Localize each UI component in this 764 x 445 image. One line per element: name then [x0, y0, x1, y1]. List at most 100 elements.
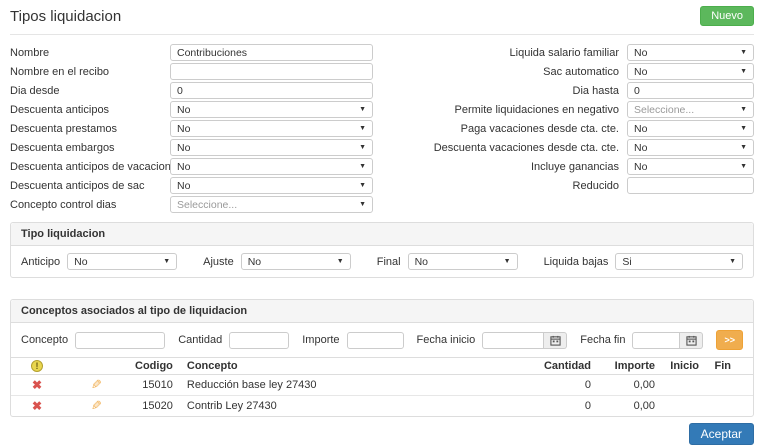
liquida-salario-familiar-label: Liquida salario familiar: [391, 47, 619, 59]
nombre-label: Nombre: [10, 47, 170, 59]
caret-down-icon: ▼: [359, 106, 366, 113]
caret-down-icon: ▼: [359, 125, 366, 132]
table-header-row: ! Codigo Concepto Cantidad Importe Inici…: [11, 358, 753, 375]
concepto-control-dias-select[interactable]: Seleccione... ▼: [170, 196, 373, 213]
codigo-header: Codigo: [129, 358, 179, 375]
fecha-inicio-calendar-button[interactable]: [544, 332, 567, 349]
ajuste-select[interactable]: No ▼: [241, 253, 351, 270]
row-fin: [705, 375, 753, 396]
field-descuenta-anticipos-vacaciones: Descuenta anticipos de vacaciones No ▼: [10, 158, 373, 175]
field-anticipo: Anticipo No ▼: [21, 253, 177, 270]
caret-down-icon: ▼: [337, 258, 344, 265]
row-cantidad: 0: [449, 396, 597, 417]
form-right-column: Liquida salario familiar No ▼ Sac automa…: [391, 44, 754, 215]
importe-header: Importe: [597, 358, 661, 375]
page-header: Tipos liquidacion Nuevo: [10, 8, 754, 35]
calendar-icon: [550, 335, 561, 346]
descuenta-anticipos-vacaciones-label: Descuenta anticipos de vacaciones: [10, 161, 170, 173]
descuenta-anticipos-select[interactable]: No ▼: [170, 101, 373, 118]
incluye-ganancias-select[interactable]: No ▼: [627, 158, 754, 175]
descuenta-anticipos-sac-label: Descuenta anticipos de sac: [10, 180, 170, 192]
caret-down-icon: ▼: [359, 201, 366, 208]
field-reducido: Reducido: [391, 177, 754, 194]
permite-liquidaciones-negativo-select[interactable]: Seleccione... ▼: [627, 101, 754, 118]
descuenta-anticipos-label: Descuenta anticipos: [10, 104, 170, 116]
form-left-column: Nombre Nombre en el recibo Dia desde Des…: [10, 44, 373, 215]
filter-concepto-label: Concepto: [21, 334, 68, 346]
field-nombre-recibo: Nombre en el recibo: [10, 63, 373, 80]
fin-header: Fin: [705, 358, 753, 375]
caret-down-icon: ▼: [740, 49, 747, 56]
filter-concepto-input[interactable]: [75, 332, 165, 349]
filter-fecha-inicio: Fecha inicio: [417, 332, 568, 349]
final-select[interactable]: No ▼: [408, 253, 518, 270]
filter-cantidad: Cantidad: [178, 332, 289, 349]
field-dia-desde: Dia desde: [10, 82, 373, 99]
caret-down-icon: ▼: [729, 258, 736, 265]
descuenta-anticipos-sac-select[interactable]: No ▼: [170, 177, 373, 194]
descuenta-vacaciones-cta-cte-select[interactable]: No ▼: [627, 139, 754, 156]
page-title: Tipos liquidacion: [10, 8, 754, 25]
edit-icon[interactable]: ✎: [91, 377, 102, 393]
field-liquida-bajas: Liquida bajas Si ▼: [544, 253, 743, 270]
liquida-bajas-select[interactable]: Si ▼: [615, 253, 743, 270]
filter-cantidad-input[interactable]: [229, 332, 289, 349]
sac-automatico-select[interactable]: No ▼: [627, 63, 754, 80]
field-descuenta-prestamos: Descuenta prestamos No ▼: [10, 120, 373, 137]
conceptos-panel: Conceptos asociados al tipo de liquidaci…: [10, 299, 754, 417]
filter-fecha-inicio-label: Fecha inicio: [417, 334, 476, 346]
dia-desde-input[interactable]: [170, 82, 373, 99]
descuenta-embargos-select[interactable]: No ▼: [170, 139, 373, 156]
filter-fecha-fin-input[interactable]: [632, 332, 680, 349]
delete-icon[interactable]: ✖: [32, 378, 42, 392]
edit-icon[interactable]: ✎: [91, 398, 102, 414]
conceptos-filter-row: Concepto Cantidad Importe Fecha inicio F…: [11, 323, 753, 357]
tipo-liquidacion-panel: Tipo liquidacion Anticipo No ▼ Ajuste No…: [10, 222, 754, 278]
dia-hasta-input[interactable]: [627, 82, 754, 99]
permite-liquidaciones-negativo-label: Permite liquidaciones en negativo: [391, 104, 619, 116]
anticipo-label: Anticipo: [21, 256, 60, 268]
caret-down-icon: ▼: [740, 163, 747, 170]
caret-down-icon: ▼: [504, 258, 511, 265]
field-paga-vacaciones-cta-cte: Paga vacaciones desde cta. cte. No ▼: [391, 120, 754, 137]
ajuste-label: Ajuste: [203, 256, 234, 268]
dia-desde-label: Dia desde: [10, 85, 170, 97]
row-fin: [705, 396, 753, 417]
paga-vacaciones-cta-cte-select[interactable]: No ▼: [627, 120, 754, 137]
caret-down-icon: ▼: [359, 182, 366, 189]
field-final: Final No ▼: [377, 253, 518, 270]
paga-vacaciones-cta-cte-label: Paga vacaciones desde cta. cte.: [391, 123, 619, 135]
anticipo-select[interactable]: No ▼: [67, 253, 177, 270]
caret-down-icon: ▼: [359, 163, 366, 170]
field-descuenta-embargos: Descuenta embargos No ▼: [10, 139, 373, 156]
liquida-salario-familiar-select[interactable]: No ▼: [627, 44, 754, 61]
filter-importe-input[interactable]: [347, 332, 404, 349]
nombre-recibo-input[interactable]: [170, 63, 373, 80]
row-cantidad: 0: [449, 375, 597, 396]
delete-icon[interactable]: ✖: [32, 399, 42, 413]
field-liquida-salario-familiar: Liquida salario familiar No ▼: [391, 44, 754, 61]
row-concepto: Reducción base ley 27430: [179, 375, 449, 396]
row-inicio: [661, 396, 705, 417]
field-incluye-ganancias: Incluye ganancias No ▼: [391, 158, 754, 175]
field-dia-hasta: Dia hasta: [391, 82, 754, 99]
descuenta-anticipos-vacaciones-select[interactable]: No ▼: [170, 158, 373, 175]
field-sac-automatico: Sac automatico No ▼: [391, 63, 754, 80]
row-concepto: Contrib Ley 27430: [179, 396, 449, 417]
fecha-fin-calendar-button[interactable]: [680, 332, 703, 349]
nuevo-button[interactable]: Nuevo: [700, 6, 754, 26]
filter-importe: Importe: [302, 332, 403, 349]
cantidad-header: Cantidad: [449, 358, 597, 375]
aceptar-button[interactable]: Aceptar: [689, 423, 754, 445]
descuenta-prestamos-select[interactable]: No ▼: [170, 120, 373, 137]
nombre-input[interactable]: [170, 44, 373, 61]
filter-search-button[interactable]: >>: [716, 330, 743, 350]
caret-down-icon: ▼: [740, 125, 747, 132]
field-permite-liquidaciones-negativo: Permite liquidaciones en negativo Selecc…: [391, 101, 754, 118]
reducido-input[interactable]: [627, 177, 754, 194]
field-ajuste: Ajuste No ▼: [203, 253, 351, 270]
row-importe: 0,00: [597, 396, 661, 417]
incluye-ganancias-label: Incluye ganancias: [391, 161, 619, 173]
filter-fecha-inicio-input[interactable]: [482, 332, 544, 349]
field-concepto-control-dias: Concepto control dias Seleccione... ▼: [10, 196, 373, 213]
